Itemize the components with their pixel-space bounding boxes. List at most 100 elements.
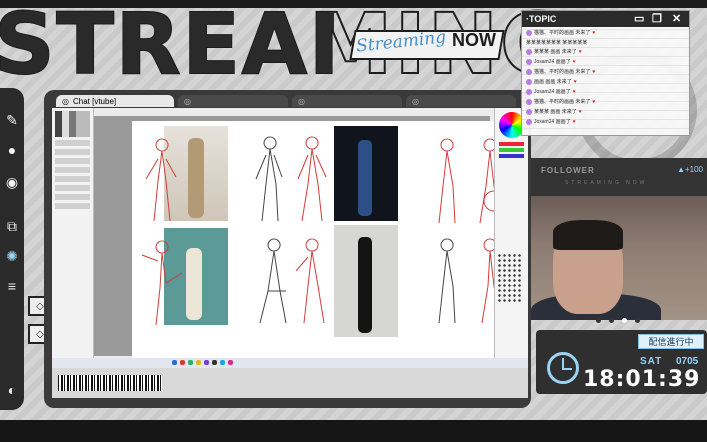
message-text: 猫猫、平时的画画 未来了 xyxy=(534,30,591,36)
chat-header: ·TOPIC ▭ ❐ ✕ xyxy=(522,11,689,27)
follower-panel: FOLLOWER ▲+100 STREAMING NOW xyxy=(531,158,707,196)
pen-icon: ✎ xyxy=(6,111,18,128)
app-icon[interactable] xyxy=(220,360,225,365)
brush-size-grid[interactable] xyxy=(497,253,523,303)
globe-icon: ◎ xyxy=(412,96,419,106)
figure-sketch xyxy=(141,240,183,326)
follower-sub: STREAMING NOW xyxy=(565,180,648,186)
message-text: Josam24 画画了 xyxy=(534,119,571,125)
avatar xyxy=(526,68,532,75)
app-icon[interactable] xyxy=(204,360,209,365)
message-text: 猫猫、平时的画画 未来了 xyxy=(534,99,591,105)
tool-panel[interactable] xyxy=(52,108,94,358)
stream-title: STREAMING xyxy=(0,2,334,82)
drawing-canvas[interactable] xyxy=(132,121,505,363)
app-icon[interactable] xyxy=(196,360,201,365)
message-text: 画画 画画 未来了 xyxy=(534,79,572,85)
message-text: 某某某 画画 未来了 xyxy=(534,109,577,115)
follower-count: ▲+100 xyxy=(677,165,703,174)
chat-message: Josam24 画画了 ♥ xyxy=(526,118,576,125)
date-label: 0705 xyxy=(676,356,699,367)
reference-photo-4 xyxy=(334,225,398,337)
close-icon[interactable]: ✕ xyxy=(672,12,681,25)
app-icon[interactable] xyxy=(180,360,185,365)
color-slider[interactable] xyxy=(499,154,524,158)
stream-overlay: STREAMING STREAMING Streaming NOW ✎ ● ◉ … xyxy=(0,0,707,442)
day-label: SAT xyxy=(640,356,663,367)
tab-4[interactable]: ◎ xyxy=(406,95,516,107)
avatar xyxy=(526,108,532,115)
color-slider[interactable] xyxy=(499,142,524,146)
tool-row[interactable] xyxy=(55,203,90,209)
taskbar xyxy=(52,358,528,368)
pager-dot xyxy=(596,318,601,323)
app-icon[interactable] xyxy=(228,360,233,365)
app-icon[interactable] xyxy=(188,360,193,365)
chat-message: 某某某某某某某 某某某某某 xyxy=(526,39,587,46)
avatar xyxy=(526,78,532,85)
tool-row[interactable] xyxy=(55,158,90,164)
heart-icon: ♥ xyxy=(592,29,596,36)
avatar xyxy=(526,88,532,95)
tool-row[interactable] xyxy=(55,194,90,200)
color-slider[interactable] xyxy=(499,148,524,152)
webcam-feed xyxy=(531,196,707,320)
app-icon[interactable] xyxy=(212,360,217,365)
globe-icon: ◎ xyxy=(298,96,305,106)
tool-row[interactable] xyxy=(55,140,90,146)
app-icon[interactable] xyxy=(172,360,177,365)
figure-sketch xyxy=(297,136,327,222)
chat-message: 某某某 画画 未来了 ♥ xyxy=(526,108,582,115)
avatar xyxy=(526,98,532,105)
time-display: 18:01:39 xyxy=(583,367,701,392)
color-panel[interactable] xyxy=(494,108,528,358)
bottom-bar xyxy=(0,420,707,442)
avatar xyxy=(526,29,532,36)
chat-message: 猫猫、平时的画画 未来了 ♥ xyxy=(526,68,595,75)
tool-row[interactable] xyxy=(55,176,90,182)
tab-3[interactable]: ◎ xyxy=(292,95,402,107)
eye-icon: ◉ xyxy=(5,173,19,190)
heart-icon: ♥ xyxy=(573,78,577,85)
message-text: 猫猫、平时的画画 未来了 xyxy=(534,69,591,75)
canvas-area[interactable] xyxy=(94,116,505,363)
chat-panel: ·TOPIC ▭ ❐ ✕ 猫猫、平时的画画 未来了 ♥ 某某某某某某某 某某某某某… xyxy=(521,10,690,137)
avatar xyxy=(526,48,532,55)
tool-row[interactable] xyxy=(55,185,90,191)
clock-hand xyxy=(562,368,572,370)
chat-message: 画画 画画 未来了 ♥ xyxy=(526,78,577,85)
message-text: Josam24 画画了 xyxy=(534,59,571,65)
restore-icon[interactable]: ❐ xyxy=(652,12,662,25)
gear-icon: ✺ xyxy=(6,247,18,264)
chat-message: 猫猫、平时的画画 未来了 ♥ xyxy=(526,98,595,105)
pager-dot xyxy=(622,318,627,323)
chat-message: Josam24 画画了 ♥ xyxy=(526,58,576,65)
browser-tabs: ◎ Chat [vtube] ◎ ◎ ◎ xyxy=(56,95,526,109)
now-label: NOW xyxy=(452,30,496,50)
figure-sketch xyxy=(295,238,325,324)
minimize-icon[interactable]: ▭ xyxy=(634,12,644,25)
tool-row[interactable] xyxy=(55,167,90,173)
figure-sketch xyxy=(145,138,177,222)
chat-message: 某某某 画画 未来了 ♥ xyxy=(526,48,582,55)
heart-icon: ♥ xyxy=(572,58,576,65)
globe-icon: ◎ xyxy=(62,96,69,106)
heart-icon: ♥ xyxy=(572,118,576,125)
left-icon-bar: ✎ ● ◉ ⧉ ✺ ≡ ◐ xyxy=(0,88,24,410)
heart-icon: ♥ xyxy=(572,88,576,95)
brush-thumbnails[interactable] xyxy=(55,111,90,137)
chat-message: 猫猫、平时的画画 未来了 ♥ xyxy=(526,29,595,36)
reference-photo-2 xyxy=(334,126,398,221)
chat-title: ·TOPIC xyxy=(526,14,557,24)
tab-label: Chat [vtube] xyxy=(72,96,117,106)
heart-icon: ♥ xyxy=(578,48,582,55)
heart-icon: ♥ xyxy=(592,98,596,105)
chat-message: Josam24 画画了 ♥ xyxy=(526,88,576,95)
layers-icon: ⧉ xyxy=(7,217,17,234)
tab-chat[interactable]: ◎ Chat [vtube] xyxy=(56,95,174,107)
tool-row[interactable] xyxy=(55,149,90,155)
stream-status-badge: 配信進行中 xyxy=(638,334,704,349)
message-text: 某某某某某某某 某某某某某 xyxy=(526,40,588,46)
tab-2[interactable]: ◎ xyxy=(178,95,288,107)
avatar xyxy=(526,118,532,125)
